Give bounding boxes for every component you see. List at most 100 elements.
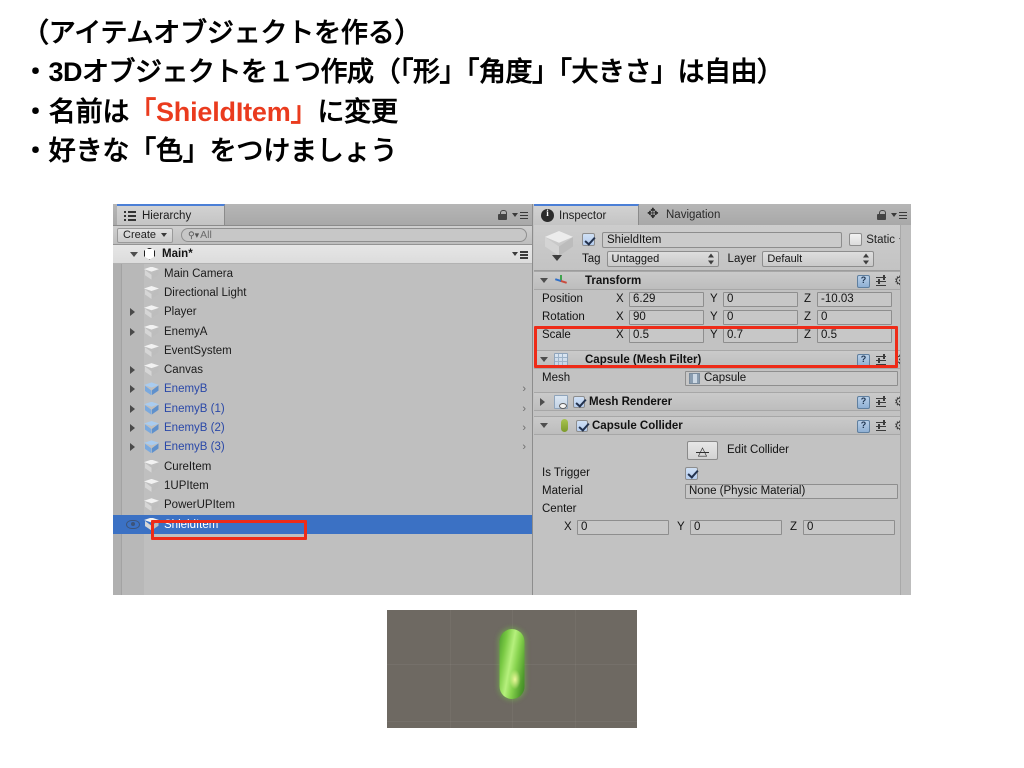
cube-icon bbox=[144, 478, 159, 493]
scene-menu-icon[interactable] bbox=[512, 249, 528, 259]
help-icon[interactable] bbox=[857, 275, 870, 288]
hierarchy-item-enemyb-1[interactable]: EnemyB (1) › bbox=[113, 399, 532, 418]
hierarchy-item-enemya[interactable]: EnemyA bbox=[113, 322, 532, 341]
static-toggle-group[interactable]: Static bbox=[849, 233, 905, 246]
help-icon[interactable] bbox=[857, 420, 870, 433]
prefab-cube-icon bbox=[144, 401, 159, 416]
foldout-icon[interactable] bbox=[540, 397, 545, 406]
hierarchy-item-label: Player bbox=[164, 306, 197, 319]
help-icon[interactable] bbox=[857, 396, 870, 409]
search-input[interactable]: ⚲▾ All bbox=[181, 228, 527, 242]
foldout-icon[interactable] bbox=[130, 404, 135, 413]
lock-icon[interactable] bbox=[498, 209, 507, 220]
hierarchy-panel: Hierarchy Create ⚲▾ All Main* Main Camer… bbox=[113, 204, 533, 595]
create-button[interactable]: Create bbox=[117, 227, 174, 243]
slide-line-3-post: に変更 bbox=[317, 96, 398, 127]
foldout-icon[interactable] bbox=[130, 327, 135, 336]
position-z-value: -10.03 bbox=[821, 293, 854, 305]
foldout-icon[interactable] bbox=[130, 443, 135, 452]
foldout-icon[interactable] bbox=[130, 424, 135, 433]
hierarchy-item-enemyb[interactable]: EnemyB › bbox=[113, 380, 532, 399]
scene-root-row[interactable]: Main* bbox=[113, 245, 532, 264]
tag-dropdown[interactable]: Untagged bbox=[606, 251, 719, 267]
object-name-field[interactable]: ShieldItem bbox=[602, 231, 843, 248]
scale-z-value: 0.5 bbox=[821, 329, 837, 341]
rotation-y-field[interactable]: 0 bbox=[723, 309, 798, 325]
chevron-right-icon[interactable]: › bbox=[522, 403, 526, 415]
preset-icon[interactable] bbox=[876, 395, 888, 409]
help-icon[interactable] bbox=[857, 354, 870, 367]
tab-navigation[interactable]: Navigation bbox=[641, 204, 751, 225]
scale-x-field[interactable]: 0.5 bbox=[629, 327, 704, 343]
hierarchy-item-cureitem[interactable]: CureItem bbox=[113, 457, 532, 476]
tab-hierarchy[interactable]: Hierarchy bbox=[117, 204, 225, 225]
rotation-z-field[interactable]: 0 bbox=[817, 309, 892, 325]
hierarchy-item-enemyb-3[interactable]: EnemyB (3) › bbox=[113, 438, 532, 457]
hierarchy-item-main-camera[interactable]: Main Camera bbox=[113, 264, 532, 283]
hierarchy-item-directional-light[interactable]: Directional Light bbox=[113, 283, 532, 302]
hierarchy-item-label: 1UPItem bbox=[164, 479, 209, 492]
mesh-object-field[interactable]: Capsule bbox=[685, 370, 898, 386]
hierarchy-item-eventsystem[interactable]: EventSystem bbox=[113, 341, 532, 360]
mesh-label: Mesh bbox=[542, 372, 571, 384]
foldout-icon[interactable] bbox=[130, 366, 135, 375]
panel-menu-icon[interactable] bbox=[512, 210, 528, 220]
capsule-collider-enabled-checkbox[interactable] bbox=[576, 419, 588, 432]
chevron-right-icon[interactable]: › bbox=[522, 441, 526, 453]
position-z-field[interactable]: -10.03 bbox=[817, 291, 892, 307]
rotation-x-field[interactable]: 90 bbox=[629, 309, 704, 325]
foldout-icon[interactable] bbox=[130, 308, 135, 317]
hierarchy-item-enemyb-2[interactable]: EnemyB (2) › bbox=[113, 418, 532, 437]
foldout-icon[interactable] bbox=[540, 423, 548, 428]
capsule-collider-component-header[interactable]: Capsule Collider bbox=[534, 416, 911, 435]
layer-dropdown[interactable]: Default bbox=[762, 251, 875, 267]
object-enabled-checkbox[interactable] bbox=[582, 233, 595, 246]
preset-icon[interactable] bbox=[876, 274, 888, 288]
hierarchy-item-label: Directional Light bbox=[164, 286, 247, 299]
position-y-field[interactable]: 0 bbox=[723, 291, 798, 307]
scale-y-field[interactable]: 0.7 bbox=[723, 327, 798, 343]
hierarchy-item-canvas[interactable]: Canvas bbox=[113, 360, 532, 379]
chevron-right-icon[interactable]: › bbox=[522, 383, 526, 395]
mesh-filter-component-header[interactable]: Capsule (Mesh Filter) bbox=[534, 350, 911, 369]
hierarchy-item-poweruptem[interactable]: PowerUPItem bbox=[113, 496, 532, 515]
center-z-field[interactable]: 0 bbox=[803, 519, 895, 535]
edit-collider-button[interactable]: △ bbox=[687, 440, 718, 460]
inspector-scrollbar[interactable] bbox=[900, 225, 911, 595]
lock-icon[interactable] bbox=[877, 209, 886, 220]
scale-z-field[interactable]: 0.5 bbox=[817, 327, 892, 343]
hierarchy-item-shielditem[interactable]: ShieldItem bbox=[113, 514, 532, 535]
chevron-right-icon[interactable]: › bbox=[522, 422, 526, 434]
material-value: None (Physic Material) bbox=[689, 485, 806, 497]
static-checkbox[interactable] bbox=[849, 233, 863, 246]
foldout-icon[interactable] bbox=[540, 357, 548, 362]
hierarchy-item-player[interactable]: Player bbox=[113, 303, 532, 322]
tab-inspector[interactable]: Inspector bbox=[534, 204, 639, 225]
axis-z-label: Z bbox=[804, 293, 812, 305]
cube-icon bbox=[144, 266, 159, 281]
transform-component-header[interactable]: Transform bbox=[534, 271, 911, 290]
is-trigger-checkbox[interactable] bbox=[685, 466, 698, 480]
slide-line-3-highlight: 「ShieldItem」 bbox=[129, 96, 318, 127]
material-object-field[interactable]: None (Physic Material) bbox=[685, 483, 898, 499]
scene-foldout-icon[interactable] bbox=[130, 251, 138, 257]
mesh-renderer-enabled-checkbox[interactable] bbox=[573, 395, 585, 408]
preset-icon[interactable] bbox=[876, 419, 888, 433]
cube-icon bbox=[144, 324, 159, 339]
center-x-field[interactable]: 0 bbox=[577, 519, 669, 535]
hierarchy-item-label: EnemyB (2) bbox=[164, 422, 225, 435]
is-trigger-label: Is Trigger bbox=[542, 467, 590, 479]
mesh-renderer-component-header[interactable]: Mesh Renderer bbox=[534, 392, 911, 411]
material-label: Material bbox=[542, 485, 583, 497]
position-x-field[interactable]: 6.29 bbox=[629, 291, 704, 307]
hierarchy-item-label: EnemyB (3) bbox=[164, 441, 225, 454]
foldout-icon[interactable] bbox=[540, 278, 548, 283]
foldout-icon[interactable] bbox=[130, 385, 135, 394]
center-y-field[interactable]: 0 bbox=[690, 519, 782, 535]
hierarchy-item-1upitem[interactable]: 1UPItem bbox=[113, 476, 532, 495]
rotation-z-value: 0 bbox=[821, 311, 828, 323]
panel-menu-icon[interactable] bbox=[891, 210, 907, 220]
preset-icon[interactable] bbox=[876, 353, 888, 367]
visibility-eye-icon[interactable] bbox=[126, 520, 140, 529]
unity-editor-window: Hierarchy Create ⚲▾ All Main* Main Camer… bbox=[113, 204, 911, 595]
